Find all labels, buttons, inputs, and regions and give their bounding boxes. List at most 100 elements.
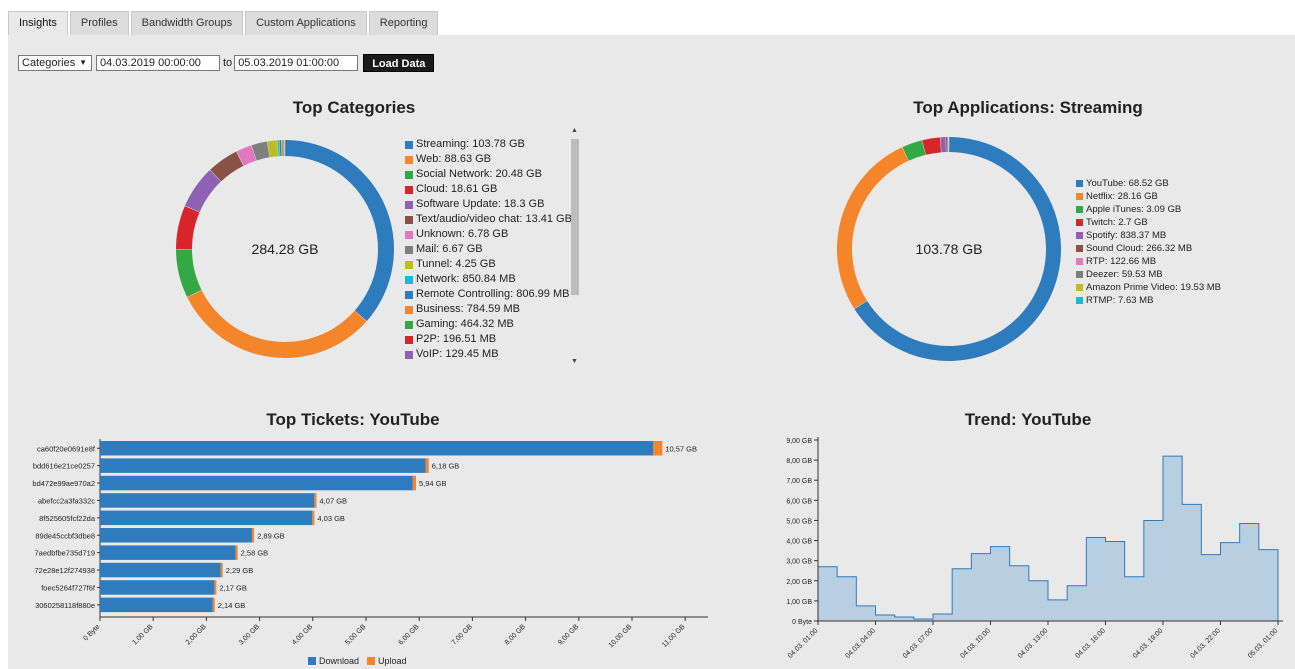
y-tick-label: 8f525605fcf22da <box>39 514 96 523</box>
legend-item[interactable]: RTP: 122.66 MB <box>1076 255 1221 268</box>
bar-download[interactable] <box>100 562 221 578</box>
from-date-input[interactable]: 04.03.2019 00:00:00 <box>96 55 220 71</box>
tab-profiles[interactable]: Profiles <box>69 11 129 35</box>
legend-item[interactable]: Gaming: 464.32 MB <box>405 317 572 332</box>
legend-label: Sound Cloud: 266.32 MB <box>1086 243 1193 254</box>
bar-download[interactable] <box>100 528 253 543</box>
legend-item[interactable]: Web: 88.63 GB <box>405 152 572 167</box>
donut-slice[interactable] <box>940 137 946 153</box>
legend-item[interactable]: Remote Controlling: 806.99 MB <box>405 287 572 302</box>
legend-item[interactable]: Business: 784.59 MB <box>405 302 572 317</box>
upload-swatch <box>367 657 376 665</box>
legend-swatch <box>405 140 413 149</box>
scroll-up-icon[interactable]: ▲ <box>571 127 578 134</box>
bar-download[interactable] <box>100 580 215 595</box>
x-tick-label: 04.03. 22:00 <box>1189 627 1222 660</box>
bar-download[interactable] <box>100 545 236 560</box>
legend-item[interactable]: Sound Cloud: 266.32 MB <box>1076 242 1221 255</box>
bar-download[interactable] <box>100 441 654 456</box>
tab-bar: Insights Profiles Bandwidth Groups Custo… <box>8 11 440 35</box>
bar-chart-legend: Download Upload <box>308 656 415 666</box>
donut-slice[interactable] <box>281 140 284 157</box>
bar-upload[interactable] <box>314 493 317 508</box>
y-tick-label: 5,00 GB <box>786 518 812 525</box>
bar-upload[interactable] <box>653 441 663 456</box>
x-tick-label: 04.03. 07:00 <box>902 627 935 660</box>
legend-item[interactable]: Mail: 6.67 GB <box>405 242 572 257</box>
bar-download[interactable] <box>100 510 313 526</box>
legend-item[interactable]: Network: 850.84 MB <box>405 272 572 287</box>
legend-scrollbar[interactable]: ▲ ▼ <box>569 127 581 365</box>
top-applications-donut[interactable]: 103.78 GB <box>834 134 1064 364</box>
legend-item[interactable]: Deezer: 59.53 MB <box>1076 268 1221 281</box>
top-applications-title: Top Applications: Streaming <box>913 98 1143 117</box>
category-select-value: Categories <box>22 57 76 69</box>
legend-item[interactable]: Text/audio/video chat: 13.41 GB <box>405 212 572 227</box>
bar-upload[interactable] <box>312 510 315 526</box>
donut-slice[interactable] <box>176 249 202 297</box>
data-label: 2,17 GB <box>219 583 247 592</box>
y-tick-label: 3060258118f880e <box>35 601 95 610</box>
legend-item[interactable]: Netflix: 28.16 GB <box>1076 190 1221 203</box>
bar-upload[interactable] <box>252 528 255 543</box>
legend-item[interactable]: Twitch: 2.7 GB <box>1076 216 1221 229</box>
y-tick-label: 6,00 GB <box>786 498 812 505</box>
bar-upload[interactable] <box>214 580 217 595</box>
bar-download[interactable] <box>100 475 413 491</box>
legend-label: RTP: 122.66 MB <box>1086 256 1157 267</box>
tab-bandwidth-groups[interactable]: Bandwidth Groups <box>130 11 244 35</box>
to-date-input[interactable]: 05.03.2019 01:00:00 <box>234 55 359 71</box>
legend-item[interactable]: YouTube: 68.52 GB <box>1076 177 1221 190</box>
donut-slice[interactable] <box>945 137 948 153</box>
bar-upload[interactable] <box>235 545 238 560</box>
donut-slice[interactable] <box>837 147 909 309</box>
legend-item[interactable]: Cloud: 18.61 GB <box>405 182 572 197</box>
bar-upload[interactable] <box>220 562 223 578</box>
trend-area[interactable] <box>817 455 1279 622</box>
donut-slice[interactable] <box>922 137 942 155</box>
legend-item[interactable]: Software Update: 18.3 GB <box>405 197 572 212</box>
bar-upload[interactable] <box>212 597 215 613</box>
category-select[interactable]: Categories ▼ <box>18 55 92 71</box>
legend-label: Apple iTunes: 3.09 GB <box>1086 204 1182 215</box>
legend-upload: Upload <box>378 656 407 666</box>
bar-upload[interactable] <box>425 458 429 473</box>
tab-insights[interactable]: Insights <box>8 11 68 35</box>
legend-item[interactable]: Amazon Prime Video: 19.53 MB <box>1076 281 1221 294</box>
donut-slice[interactable] <box>176 206 200 250</box>
legend-item[interactable]: Unknown: 6.78 GB <box>405 227 572 242</box>
legend-swatch <box>405 260 413 269</box>
bar-download[interactable] <box>100 458 426 473</box>
bar-download[interactable] <box>100 493 315 508</box>
legend-item[interactable]: Tunnel: 4.25 GB <box>405 257 572 272</box>
tab-reporting[interactable]: Reporting <box>368 11 439 35</box>
bar-download[interactable] <box>100 597 213 613</box>
top-applications-legend: YouTube: 68.52 GB Netflix: 28.16 GB Apple … <box>1076 177 1221 307</box>
top-categories-donut[interactable]: 284.28 GB <box>170 134 400 364</box>
load-data-button[interactable]: Load Data <box>363 54 435 72</box>
top-categories-legend: Streaming: 103.78 GB Web: 88.63 GB Social … <box>405 137 572 362</box>
x-tick-label: 11,00 GB <box>661 623 687 649</box>
legend-item[interactable]: Spotify: 838.37 MB <box>1076 229 1221 242</box>
legend-item[interactable]: Apple iTunes: 3.09 GB <box>1076 203 1221 216</box>
legend-item[interactable]: VoIP: 129.45 MB <box>405 347 572 362</box>
legend-item[interactable]: P2P: 196.51 MB <box>405 332 572 347</box>
legend-swatch <box>1076 193 1083 200</box>
tab-custom-applications[interactable]: Custom Applications <box>245 11 367 35</box>
y-tick-label: 3,00 GB <box>786 559 812 566</box>
donut-slice[interactable] <box>285 140 394 322</box>
legend-item[interactable]: Social Network: 20.48 GB <box>405 167 572 182</box>
scrollbar-thumb[interactable] <box>571 139 579 295</box>
legend-label: Unknown: 6.78 GB <box>416 228 509 240</box>
bar-upload[interactable] <box>412 475 417 491</box>
donut-slice[interactable] <box>187 290 367 358</box>
donut-slice[interactable] <box>283 140 285 157</box>
legend-item[interactable]: Streaming: 103.78 GB <box>405 137 572 152</box>
donut-slice[interactable] <box>279 140 282 157</box>
legend-swatch <box>405 335 413 344</box>
legend-item[interactable]: RTMP: 7.63 MB <box>1076 294 1221 307</box>
y-tick-label: 72e28e12f274938 <box>35 566 95 575</box>
data-label: 6,18 GB <box>432 462 460 471</box>
donut-slice[interactable] <box>184 170 221 213</box>
scroll-down-icon[interactable]: ▼ <box>571 358 578 365</box>
